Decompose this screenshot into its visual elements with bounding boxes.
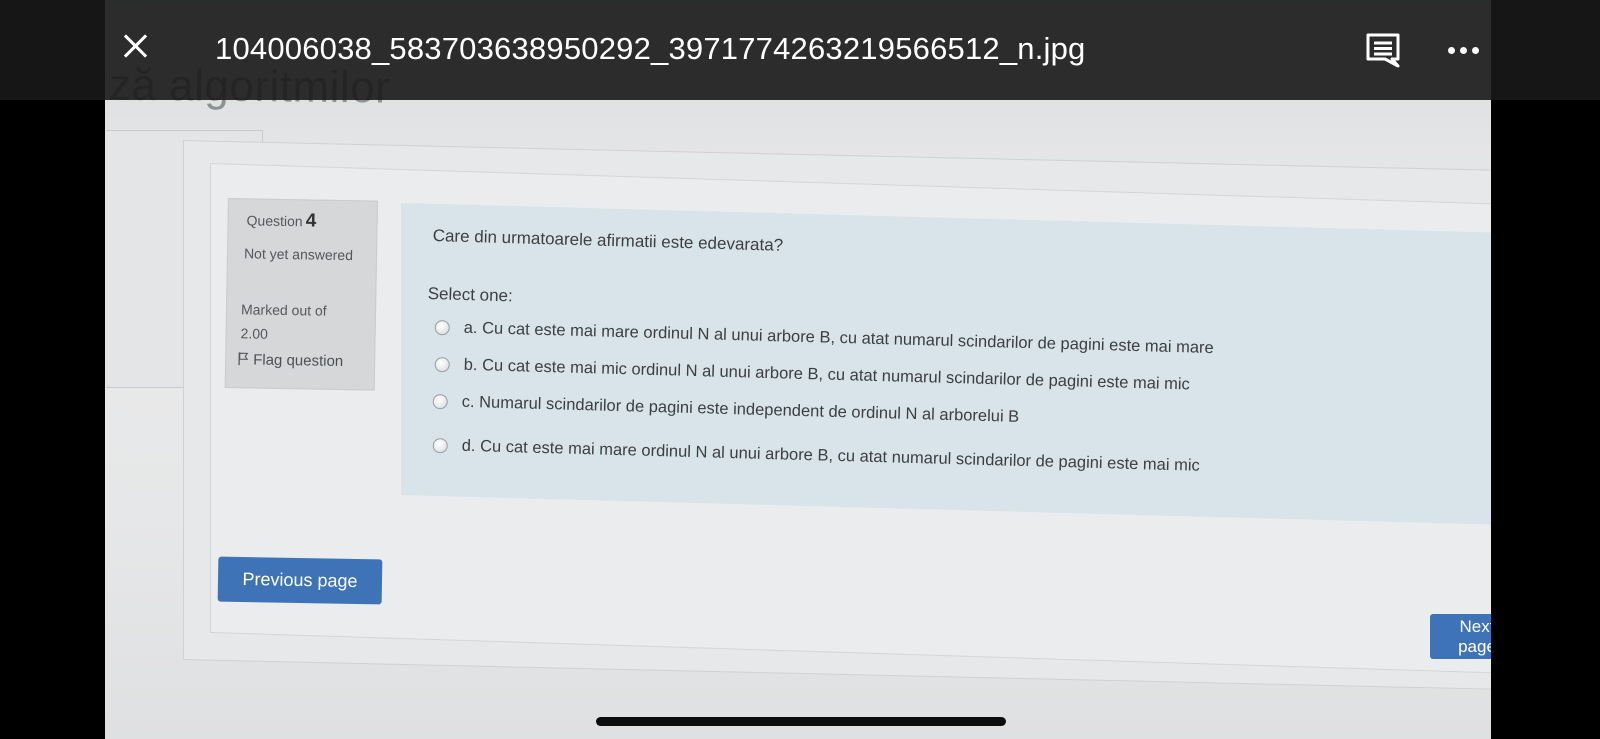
question-number: Question 4: [246, 209, 316, 232]
radio-button[interactable]: [434, 319, 450, 336]
flag-icon: [238, 352, 249, 366]
radio-button[interactable]: [432, 393, 448, 410]
close-icon[interactable]: [120, 30, 152, 62]
marked-label: Marked out of: [240, 301, 327, 319]
next-page-button[interactable]: Next page: [1430, 614, 1491, 659]
radio-button[interactable]: [434, 356, 450, 373]
question-label: Question: [246, 212, 303, 230]
question-info-box: Question 4 Not yet answered Marked out of…: [224, 198, 378, 391]
photo-content: ză algoritmilor Question4 Not yet answer…: [105, 0, 1491, 739]
marked-value: 2.00: [240, 325, 269, 342]
radio-button[interactable]: [432, 437, 448, 454]
question-number-value: 4: [305, 210, 317, 232]
home-indicator[interactable]: [596, 717, 1006, 726]
previous-page-button[interactable]: Previous page: [217, 556, 383, 605]
question-state: Not yet answered: [243, 245, 354, 264]
flag-question-link[interactable]: Flag question: [238, 351, 343, 370]
select-one-label: Select one:: [427, 284, 514, 306]
question-mark: Marked out of 2.00: [240, 297, 371, 347]
image-filename: 104006038_583703638950292_39717742632195…: [215, 31, 1086, 66]
comment-icon[interactable]: [1365, 32, 1401, 68]
flag-question-label: Flag question: [253, 351, 344, 371]
image-viewer-toolbar: 104006038_583703638950292_39717742632195…: [0, 0, 1600, 100]
more-horizontal-icon[interactable]: [1448, 40, 1484, 60]
